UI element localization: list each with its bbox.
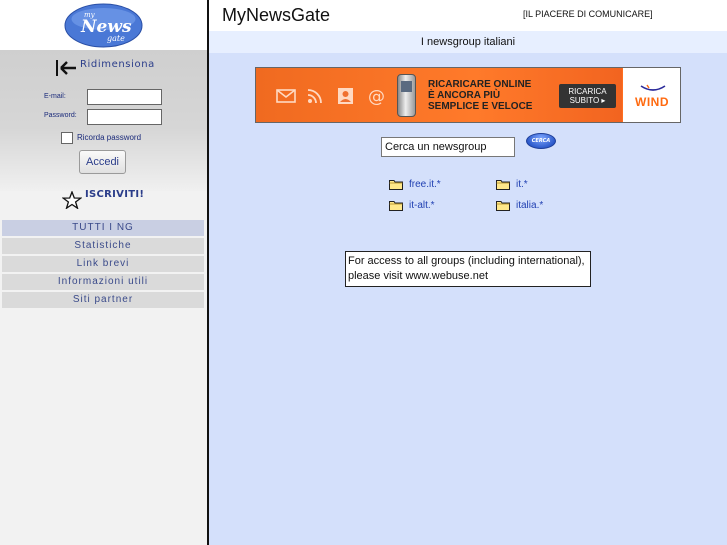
group-link-free-it[interactable]: free.it.*: [389, 179, 441, 190]
page-subtitle: I newsgroup italiani: [420, 36, 516, 48]
folder-icon: [496, 201, 510, 211]
site-title: MyNewsGate: [222, 5, 331, 25]
international-groups-notice: For access to all groups (including inte…: [345, 251, 591, 287]
search-button[interactable]: CERCA: [526, 133, 556, 149]
banner-line-2: È ANCORA PIÙ: [428, 90, 501, 101]
banner-cta-button[interactable]: RICARICA SUBITO ▸: [559, 84, 616, 108]
resize-label[interactable]: Ridimensiona: [80, 59, 155, 70]
signup-link[interactable]: ISCRIVITI!: [62, 189, 144, 209]
resize-control[interactable]: Ridimensiona: [55, 58, 155, 78]
main-content: MyNewsGate [IL PIACERE DI COMUNICARE] I …: [209, 0, 727, 545]
folder-icon: [496, 180, 510, 190]
svg-text:gate: gate: [107, 34, 125, 43]
nav-item-link-brevi[interactable]: Link brevi: [2, 256, 204, 272]
newsgroup-search-input[interactable]: [381, 137, 515, 157]
nav-item-informazioni-utili[interactable]: Informazioni utili: [2, 274, 204, 290]
header-bar: MyNewsGate [IL PIACERE DI COMUNICARE]: [209, 0, 727, 31]
mynewsgate-logo[interactable]: my News gate: [64, 3, 143, 48]
cta-line-1: RICARICA: [568, 87, 607, 96]
email-label: E-mail:: [44, 93, 66, 100]
banner-line-1: RICARICARE ONLINE: [428, 79, 532, 90]
folder-icon: [389, 201, 403, 211]
banner-brand[interactable]: WIND: [623, 68, 680, 122]
banner-headline: RICARICARE ONLINE È ANCORA PIÙ SEMPLICE …: [428, 79, 532, 112]
sidebar: my News gate Ridimensiona E-mail: Passwo…: [0, 0, 207, 545]
group-link-italia[interactable]: italia.*: [496, 200, 543, 211]
phone-image: [397, 74, 416, 117]
nav-item-tutti-i-ng[interactable]: TUTTI I NG: [2, 220, 204, 236]
wind-label: WIND: [635, 95, 669, 109]
folder-icon: [389, 180, 403, 190]
rss-icon: [307, 89, 322, 104]
side-nav: TUTTI I NG Statistiche Link brevi Inform…: [2, 220, 204, 310]
logo-area: my News gate: [0, 0, 207, 50]
subheader-bar: I newsgroup italiani: [209, 31, 727, 53]
contact-icon: [338, 88, 353, 104]
star-icon: [62, 191, 82, 209]
group-label[interactable]: free.it.*: [409, 179, 441, 190]
ad-banner[interactable]: @ RICARICARE ONLINE È ANCORA PIÙ SEMPLIC…: [255, 67, 681, 123]
svg-text:@: @: [368, 87, 385, 105]
remember-password-checkbox[interactable]: [61, 132, 73, 144]
login-button[interactable]: Accedi: [79, 150, 126, 174]
login-panel: Ridimensiona E-mail: Password: Ricorda p…: [0, 50, 207, 191]
banner-icons: @: [276, 87, 386, 105]
banner-promo[interactable]: @ RICARICARE ONLINE È ANCORA PIÙ SEMPLIC…: [256, 68, 622, 122]
password-field[interactable]: [87, 109, 162, 125]
collapse-left-icon[interactable]: [55, 58, 77, 78]
site-tagline: [IL PIACERE DI COMUNICARE]: [523, 9, 653, 19]
group-link-it[interactable]: it.*: [496, 179, 528, 190]
group-label[interactable]: it-alt.*: [409, 200, 435, 211]
cta-line-2: SUBITO ▸: [569, 96, 606, 105]
remember-password-label[interactable]: Ricorda password: [77, 133, 141, 142]
email-field[interactable]: [87, 89, 162, 105]
password-label: Password:: [44, 112, 77, 119]
wind-logo-icon: [640, 84, 666, 91]
nav-item-statistiche[interactable]: Statistiche: [2, 238, 204, 254]
mail-icon: [276, 89, 296, 103]
at-sign-icon: @: [368, 87, 385, 105]
nav-item-siti-partner[interactable]: Siti partner: [2, 292, 204, 308]
group-label[interactable]: it.*: [516, 179, 528, 190]
banner-line-3: SEMPLICE E VELOCE: [428, 101, 533, 112]
signup-label[interactable]: ISCRIVITI!: [85, 189, 144, 200]
group-link-it-alt[interactable]: it-alt.*: [389, 200, 435, 211]
group-label[interactable]: italia.*: [516, 200, 543, 211]
